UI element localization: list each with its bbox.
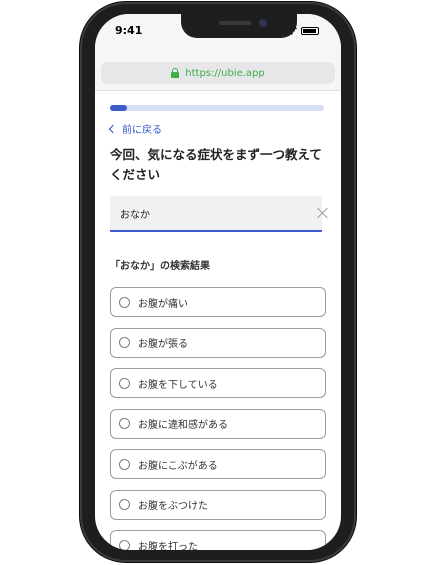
url-text: https://ubie.app [185, 67, 265, 79]
progress-bar [110, 105, 324, 111]
url-bar[interactable]: https://ubie.app [101, 62, 335, 84]
search-row [110, 196, 330, 232]
question-title: 今回、気になる症状をまず一つ教えてください [110, 147, 322, 182]
lock-icon [171, 68, 180, 78]
camera [259, 19, 267, 27]
browser-toolbar: https://ubie.app [95, 44, 341, 91]
back-label: 前に戻る [122, 125, 162, 136]
results-list: お腹が痛い お腹が張る お腹を下している お腹に違和感がある お腹にこぶがある … [110, 287, 326, 550]
option-label: お腹にこぶがある [138, 460, 218, 472]
speaker [219, 21, 251, 25]
option-label: お腹が張る [138, 339, 188, 350]
symptom-option[interactable]: お腹を下している [110, 368, 326, 398]
chevron-left-icon [108, 124, 118, 133]
clear-icon[interactable] [317, 207, 329, 219]
symptom-option[interactable]: お腹に違和感がある [110, 408, 326, 439]
back-button[interactable]: 前に戻る [108, 121, 162, 136]
status-time: 9:41 [115, 24, 143, 37]
radio-icon [119, 539, 130, 550]
option-label: お腹に違和感がある [138, 420, 228, 431]
radio-icon [119, 458, 130, 470]
symptom-option[interactable]: お腹をぶつけた [110, 489, 326, 520]
symptom-option[interactable]: お腹が痛い [110, 287, 326, 317]
option-label: お腹が痛い [138, 298, 188, 310]
symptom-option[interactable]: お腹が張る [110, 327, 326, 358]
progress-fill [110, 105, 128, 111]
radio-icon [119, 499, 130, 510]
symptom-option[interactable]: お腹を打った [110, 530, 326, 550]
radio-icon [119, 377, 130, 389]
option-label: お腹を下している [138, 379, 218, 391]
phone-screen: 9:41 https://ubie.app 前に戻る 今回、気になる症状をまず一… [95, 14, 341, 550]
symptom-search-input[interactable] [110, 196, 322, 232]
notch [181, 14, 297, 38]
option-label: お腹をぶつけた [138, 501, 208, 512]
radio-icon [119, 296, 130, 308]
radio-icon [119, 418, 130, 429]
radio-icon [119, 337, 130, 348]
option-label: お腹を打った [138, 541, 198, 551]
results-heading: 「おなか」の検索結果 [110, 261, 210, 272]
battery-icon [301, 26, 319, 35]
symptom-option[interactable]: お腹にこぶがある [110, 449, 326, 479]
